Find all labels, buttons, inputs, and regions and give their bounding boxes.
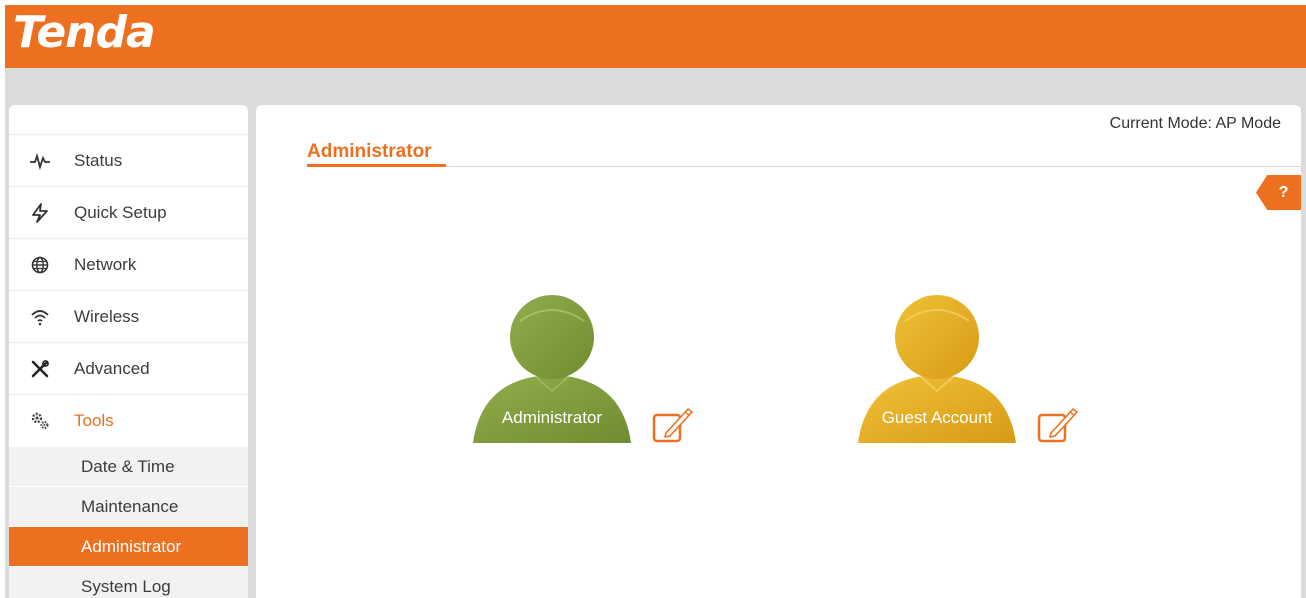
submenu-item-date-time[interactable]: Date & Time bbox=[9, 447, 248, 487]
account-label: Guest Account bbox=[881, 408, 993, 427]
sidebar-item-tools[interactable]: Tools bbox=[9, 395, 248, 447]
sidebar-item-label: Advanced bbox=[74, 358, 150, 378]
page-title: Administrator bbox=[307, 141, 432, 162]
edit-guest-account-button[interactable] bbox=[1037, 405, 1079, 448]
sidebar: Status Quick Setup Network Wireless Adva… bbox=[9, 105, 248, 598]
sidebar-item-label: Status bbox=[74, 150, 123, 170]
sidebar-item-advanced[interactable]: Advanced bbox=[9, 343, 248, 395]
sidebar-item-label: Quick Setup bbox=[74, 202, 167, 222]
sidebar-item-wireless[interactable]: Wireless bbox=[9, 291, 248, 343]
gears-icon bbox=[29, 410, 51, 432]
submenu-item-maintenance[interactable]: Maintenance bbox=[9, 487, 248, 527]
title-divider bbox=[307, 166, 1301, 167]
top-header: Tenda bbox=[5, 5, 1306, 68]
submenu-item-administrator[interactable]: Administrator bbox=[9, 527, 248, 567]
help-button[interactable]: ? bbox=[1256, 175, 1301, 210]
pulse-icon bbox=[29, 150, 51, 172]
guest-account-card[interactable]: Guest Account bbox=[857, 293, 1017, 443]
title-underline bbox=[307, 164, 446, 167]
sidebar-item-label: Network bbox=[74, 254, 137, 274]
wifi-icon bbox=[29, 306, 51, 328]
tenda-logo: Tenda bbox=[13, 7, 156, 58]
lightning-icon bbox=[29, 202, 51, 224]
current-mode-text: Current Mode: AP Mode bbox=[1109, 115, 1281, 132]
sidebar-item-quick-setup[interactable]: Quick Setup bbox=[9, 187, 248, 239]
tools-icon bbox=[29, 358, 51, 380]
edit-icon bbox=[1037, 408, 1078, 443]
sidebar-top-spacer bbox=[9, 105, 248, 135]
tools-submenu: Date & Time Maintenance Administrator Sy… bbox=[9, 447, 248, 598]
edit-icon bbox=[652, 408, 693, 443]
sidebar-item-status[interactable]: Status bbox=[9, 135, 248, 187]
sidebar-item-network[interactable]: Network bbox=[9, 239, 248, 291]
submenu-item-system-log[interactable]: System Log bbox=[9, 567, 248, 598]
edit-administrator-button[interactable] bbox=[652, 405, 694, 448]
account-label: Administrator bbox=[501, 408, 603, 427]
sidebar-item-label: Tools bbox=[74, 411, 114, 430]
main-panel: Current Mode: AP Mode Administrator ? Ad… bbox=[256, 105, 1301, 598]
sidebar-item-label: Wireless bbox=[74, 306, 140, 326]
globe-icon bbox=[29, 254, 51, 276]
administrator-account-card[interactable]: Administrator bbox=[472, 293, 632, 443]
